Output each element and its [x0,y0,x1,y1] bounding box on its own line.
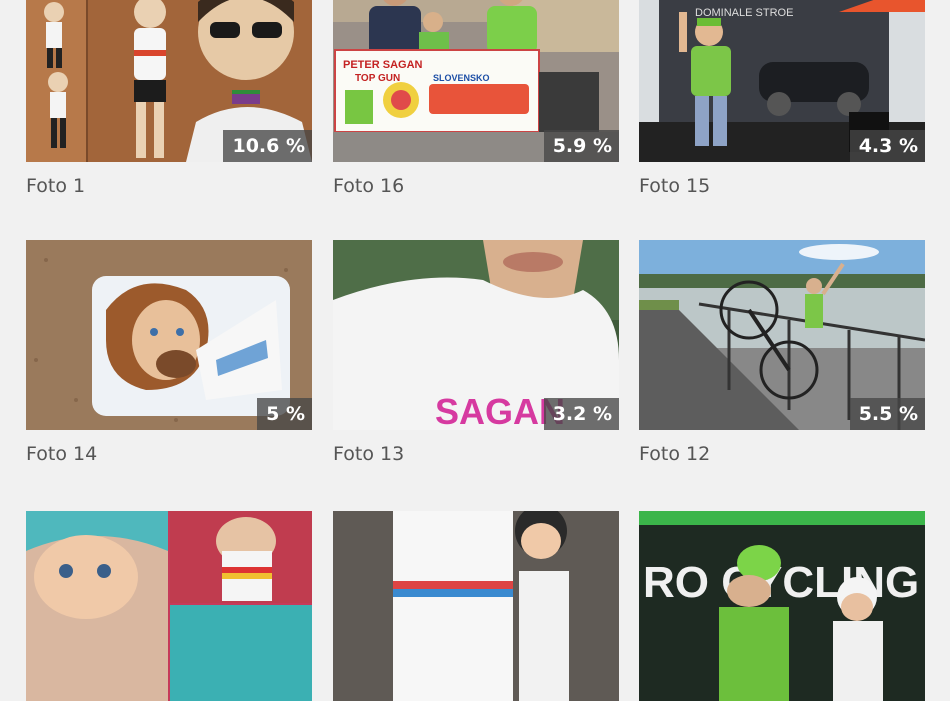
vote-percentage-badge: 5.9 % [543,130,619,162]
gallery-card-girls[interactable] [333,511,619,701]
photo-thumbnail[interactable]: DOMINALE STROE 4.3 % [639,0,925,162]
photo-thumbnail[interactable]: RO CYCLING [639,511,925,701]
gallery-card-foto-13[interactable]: SAGAN 3.2 % Foto 13 [333,240,619,465]
photo-thumbnail[interactable]: 10.6 % [26,0,312,162]
photo-thumbnail[interactable] [26,511,312,701]
two-girls-photo [333,511,619,701]
photo-thumbnail[interactable]: 5.5 % [639,240,925,430]
photo-caption[interactable]: Foto 1 [26,175,312,197]
photo-caption[interactable]: Foto 14 [26,443,312,465]
vote-percentage-badge: 10.6 % [223,130,312,162]
vote-percentage-badge: 5.5 % [849,398,925,430]
gallery-card-baby[interactable] [26,511,312,701]
vote-percentage-badge: 5 % [257,398,312,430]
photo-thumbnail[interactable]: PETER SAGAN TOP GUN SLOVENSKO 5.9 % [333,0,619,162]
photo-caption[interactable]: Foto 15 [639,175,925,197]
gallery-card-team[interactable]: RO CYCLING [639,511,925,701]
banner-text-line-2: TOP GUN [355,73,400,84]
banner-text-slovensko: SLOVENSKO [433,73,490,83]
photo-thumbnail[interactable] [333,511,619,701]
gallery-card-foto-12[interactable]: 5.5 % Foto 12 [639,240,925,465]
banner-text-line-1: PETER SAGAN [343,59,423,71]
gallery-card-foto-15[interactable]: DOMINALE STROE 4.3 % Foto 15 [639,0,925,197]
photo-caption[interactable]: Foto 13 [333,443,619,465]
stage-sign-text: DOMINALE STROE [695,7,793,19]
gallery-card-foto-16[interactable]: PETER SAGAN TOP GUN SLOVENSKO 5.9 % Foto… [333,0,619,197]
photo-thumbnail[interactable]: SAGAN 3.2 % [333,240,619,430]
photo-caption[interactable]: Foto 12 [639,443,925,465]
photo-caption[interactable]: Foto 16 [333,175,619,197]
team-van-text: RO CYCLING [643,558,919,607]
baby-collage-photo [26,511,312,701]
photo-thumbnail[interactable]: 5 % [26,240,312,430]
gallery-card-foto-1[interactable]: 10.6 % Foto 1 [26,0,312,197]
gallery-card-foto-14[interactable]: 5 % Foto 14 [26,240,312,465]
vote-percentage-badge: 4.3 % [849,130,925,162]
vote-percentage-badge: 3.2 % [543,398,619,430]
cyclist-team-photo: RO CYCLING [639,511,925,701]
